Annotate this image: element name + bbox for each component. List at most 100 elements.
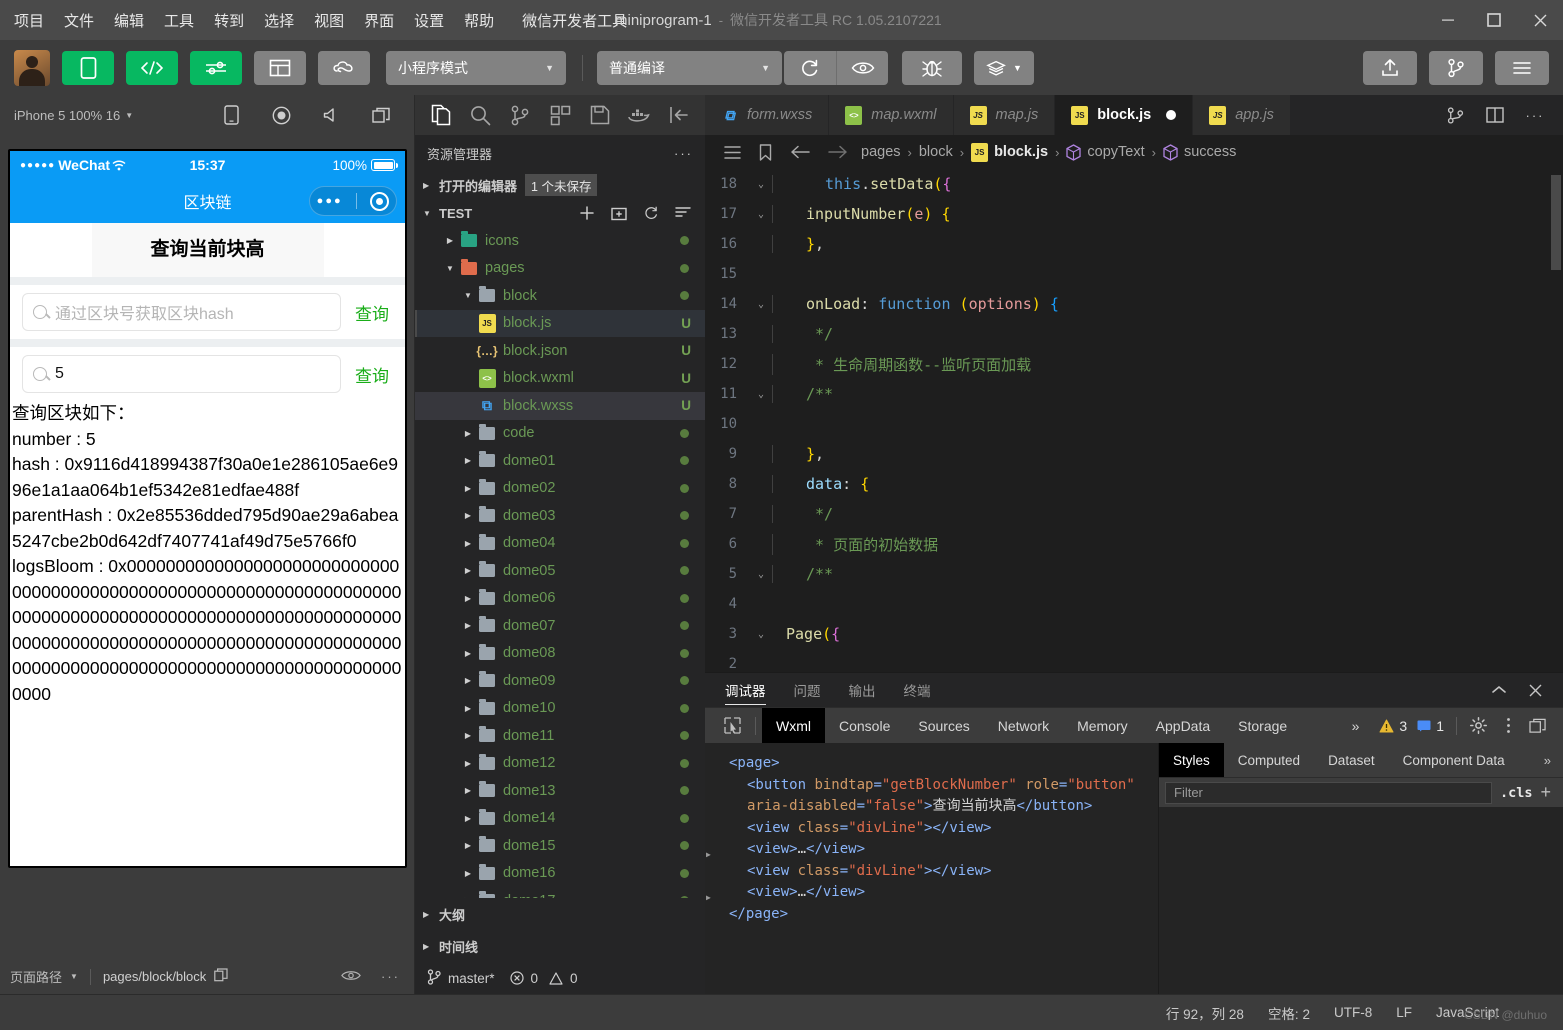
indentation[interactable]: 空格: 2 (1268, 1003, 1310, 1023)
devtools-tab[interactable]: Memory (1063, 708, 1142, 744)
devtools-tab[interactable]: AppData (1142, 708, 1224, 744)
device-selector-label[interactable]: iPhone 5 100% 16 (14, 108, 120, 123)
tree-item[interactable]: ▶ dome03 (415, 502, 705, 530)
maximize-button[interactable] (1471, 0, 1517, 40)
nav-forward-icon[interactable] (819, 145, 857, 159)
more-options-icon[interactable]: ··· (381, 969, 400, 985)
devtools-tab[interactable]: Storage (1224, 708, 1301, 744)
tree-item[interactable]: ▶ dome01 (415, 447, 705, 475)
editor-tab[interactable]: ⧉ form.wxss (705, 95, 830, 135)
debugger-panel-tab[interactable]: 输出 (849, 673, 876, 707)
tree-item[interactable]: ▶ dome10 (415, 695, 705, 723)
debugger-panel-tab[interactable]: 调试器 (725, 673, 766, 707)
preview-eye-button[interactable] (836, 50, 888, 85)
extensions-icon[interactable] (540, 95, 580, 135)
menu-item-9[interactable]: 帮助 (464, 10, 494, 31)
git-status-row[interactable]: master* 0 0 (415, 962, 705, 994)
docker-icon[interactable] (620, 95, 660, 135)
project-section[interactable]: ▼ TEST (415, 199, 705, 227)
tree-item[interactable]: ▶ dome04 (415, 530, 705, 558)
warning-indicator[interactable]: 3 1 (1373, 718, 1450, 734)
editor-tab[interactable]: <> map.wxml (829, 95, 954, 135)
minimize-button[interactable] (1425, 0, 1471, 40)
editor-tab[interactable]: JS block.js (1055, 95, 1194, 135)
collapse-all-icon[interactable] (667, 205, 699, 221)
tree-item[interactable]: <> block.wxml U (415, 365, 705, 393)
add-rule-icon[interactable]: + (1540, 782, 1557, 803)
copy-path-icon[interactable] (214, 968, 228, 985)
block-number-input[interactable]: 5 (22, 355, 341, 393)
more-actions-icon[interactable]: ··· (1515, 108, 1555, 123)
more-tabs-icon[interactable]: » (1544, 753, 1563, 768)
more-dots-icon[interactable]: ●●● (317, 195, 343, 207)
tree-item[interactable]: ▶ dome13 (415, 777, 705, 805)
explorer-more-icon[interactable]: ··· (674, 146, 693, 161)
collapse-icon[interactable] (1481, 684, 1517, 696)
query-hash-button[interactable]: 查询 (341, 300, 395, 325)
devtools-tab[interactable]: Network (984, 708, 1063, 744)
wxml-line[interactable]: <button bindtap="getBlockNumber" role="b… (717, 775, 1158, 797)
tree-item[interactable]: ▶ dome12 (415, 750, 705, 778)
outline-section[interactable]: ▶ 大纲 (415, 898, 705, 930)
eye-icon[interactable] (341, 969, 361, 985)
query-number-button[interactable]: 查询 (341, 362, 395, 387)
rotate-device-icon[interactable] (206, 105, 256, 125)
tree-item[interactable]: ▼ pages (415, 255, 705, 283)
devtools-tab[interactable]: Wxml (762, 707, 825, 744)
run-icon[interactable] (1435, 106, 1475, 124)
tree-item[interactable]: ▶ dome15 (415, 832, 705, 860)
layers-button[interactable]: ▼ (974, 50, 1034, 85)
compile-mode-select[interactable]: 小程序模式 ▼ (386, 50, 566, 85)
record-icon[interactable] (256, 105, 306, 125)
devtools-tab[interactable]: Sources (904, 708, 983, 744)
compile-type-select[interactable]: 普通编译 ▼ (597, 50, 782, 85)
line-ending[interactable]: LF (1396, 1005, 1412, 1020)
file-tree[interactable]: ▶ icons ▼ pages ▼ block JS block.js U {…} block.js… (415, 227, 705, 898)
close-target-icon[interactable] (370, 191, 390, 211)
menu-item-1[interactable]: 文件 (64, 10, 94, 31)
menu-item-10[interactable]: 微信开发者工具 (522, 10, 627, 31)
menu-item-8[interactable]: 设置 (414, 10, 444, 31)
tree-item[interactable]: ▶ dome07 (415, 612, 705, 640)
fold-chevron-icon[interactable]: ⌄ (750, 389, 772, 400)
volume-icon[interactable] (306, 105, 356, 125)
split-editor-icon[interactable] (1475, 107, 1515, 123)
cloud-toggle-button[interactable] (318, 50, 370, 85)
tree-item[interactable]: ▶ dome05 (415, 557, 705, 585)
menu-item-0[interactable]: 项目 (14, 10, 44, 31)
version-control-button[interactable] (1429, 50, 1483, 85)
editor-tab[interactable]: JS app.js (1193, 95, 1291, 135)
cls-button[interactable]: .cls (1500, 785, 1533, 801)
bookmark-icon[interactable] (750, 143, 781, 161)
details-menu-button[interactable] (1495, 50, 1549, 85)
simulator-toggle-button[interactable] (62, 50, 114, 85)
tree-item[interactable]: ▶ dome09 (415, 667, 705, 695)
tree-item[interactable]: ▶ code (415, 420, 705, 448)
debugger-panel-tab[interactable]: 问题 (794, 673, 821, 707)
detach-window-icon[interactable] (356, 105, 406, 125)
source-control-icon[interactable] (500, 95, 540, 135)
breadcrumb-item[interactable]: copyText (1062, 143, 1148, 161)
tree-item[interactable]: ▶ dome17 (415, 887, 705, 898)
get-block-number-button[interactable]: 查询当前块高 (91, 223, 324, 277)
encoding[interactable]: UTF-8 (1334, 1005, 1372, 1020)
styles-tab[interactable]: Computed (1224, 743, 1314, 777)
timeline-section[interactable]: ▶ 时间线 (415, 930, 705, 962)
styles-tab[interactable]: Styles (1159, 743, 1224, 777)
wxml-line[interactable]: </page> (717, 904, 1158, 926)
wechat-capsule[interactable]: ●●● (309, 186, 397, 216)
wxml-line[interactable]: aria-disabled="false">查询当前块高</button> (717, 796, 1158, 818)
debugger-panel-tab[interactable]: 终端 (904, 673, 931, 707)
new-folder-icon[interactable] (603, 205, 635, 221)
save-disk-icon[interactable] (580, 95, 620, 135)
tree-item[interactable]: ▶ icons (415, 227, 705, 255)
cursor-position[interactable]: 行 92，列 28 (1166, 1003, 1244, 1023)
styles-filter-input[interactable]: Filter (1165, 781, 1492, 804)
breadcrumb-item[interactable]: JS block.js (967, 142, 1052, 162)
menu-item-3[interactable]: 工具 (164, 10, 194, 31)
code-editor[interactable]: 18 ⌄ this.setData({17 ⌄ inputNumber(e) {16},… (705, 169, 1563, 672)
search-icon[interactable] (461, 95, 501, 135)
tree-item[interactable]: ▶ dome06 (415, 585, 705, 613)
tree-item[interactable]: ▶ dome08 (415, 640, 705, 668)
fold-chevron-icon[interactable]: ⌄ (750, 209, 772, 220)
